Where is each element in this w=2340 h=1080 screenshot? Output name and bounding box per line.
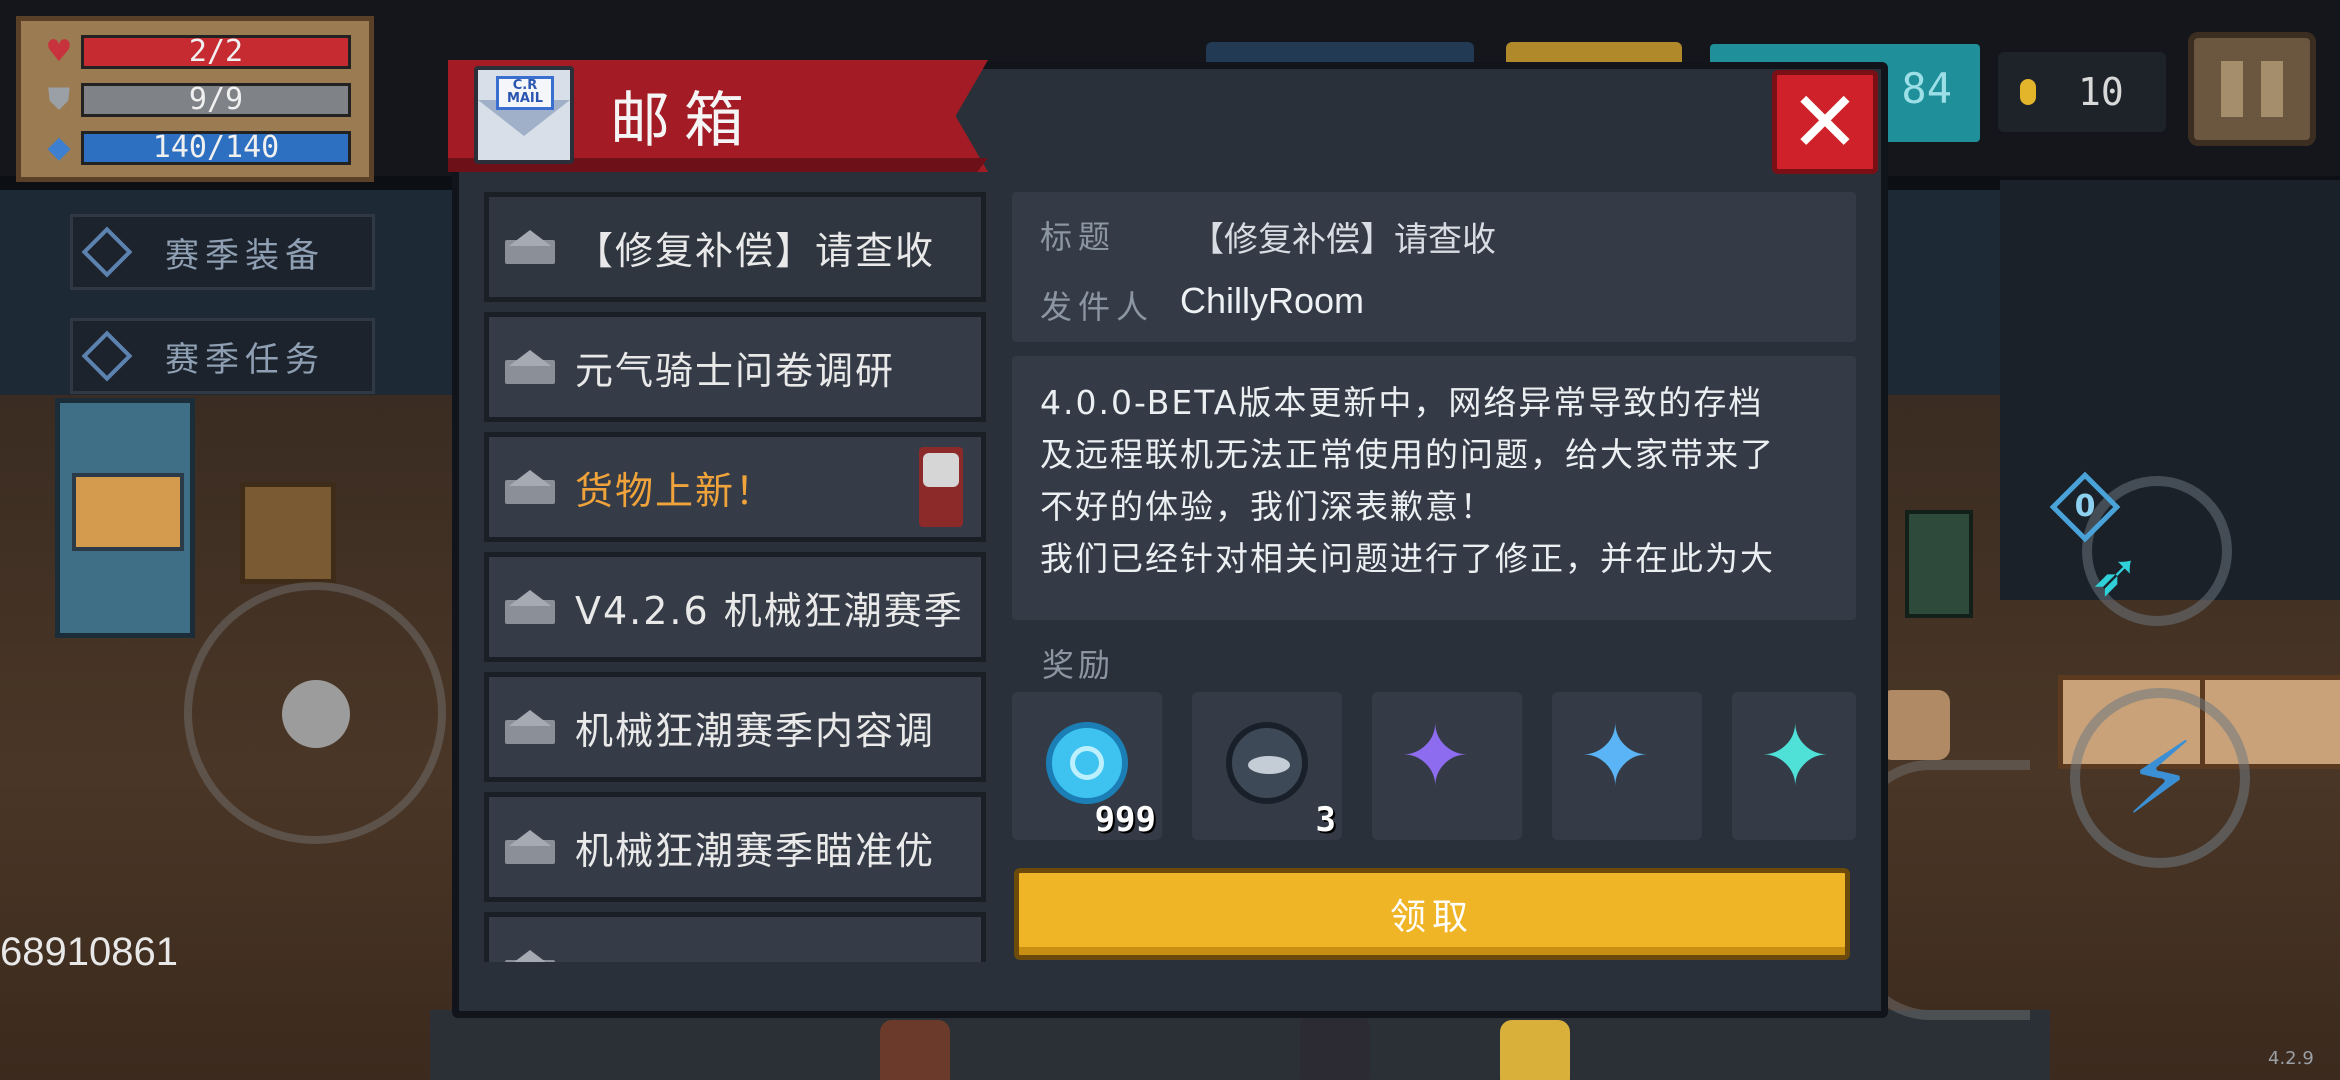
npc-character <box>1300 1015 1370 1080</box>
season-equipment-label: 赛季装备 <box>165 235 325 276</box>
mail-list-item[interactable] <box>484 912 986 962</box>
energy-diamond-icon: ◆ <box>47 129 71 165</box>
envelope-icon <box>505 470 555 504</box>
npc-character <box>1880 690 1950 760</box>
envelope-icon <box>505 590 555 624</box>
title-label: 标题 <box>1040 218 1117 256</box>
diamond-icon <box>81 330 133 382</box>
envelope-icon <box>505 830 555 864</box>
envelope-icon <box>505 350 555 384</box>
season-equipment-button[interactable]: 赛季装备 <box>70 214 375 290</box>
mail-subject: 元气骑士问卷调研 <box>575 348 896 393</box>
envelope-icon <box>505 710 555 744</box>
reward-slot[interactable]: 3 <box>1192 692 1342 840</box>
player-id: 68910861 <box>0 930 178 974</box>
shield-icon: ⛊ <box>47 81 71 117</box>
claim-button[interactable]: 领取 <box>1014 868 1850 960</box>
energy-bar: 140/140 <box>81 131 351 165</box>
mail-icon-tag: C.R MAIL <box>496 76 554 110</box>
weapon-level-text: 0 <box>2074 489 2096 524</box>
mail-list[interactable]: 【修复补偿】请查收 元气骑士问卷调研 货物上新！ V4.2.6 机械狂潮赛季 机… <box>478 186 990 962</box>
mail-list-item[interactable]: 货物上新！ <box>484 432 986 542</box>
fish-coin-icon <box>1226 722 1308 804</box>
blue-crystal-icon: ✦ <box>1580 707 1651 805</box>
blue-gem-orb-icon <box>1046 722 1128 804</box>
heart-icon: ♥ <box>45 33 73 69</box>
cyan-crystal-icon: ✦ <box>1760 707 1831 805</box>
envelope-icon <box>505 950 555 962</box>
sender-value: ChillyRoom <box>1180 280 1365 321</box>
joystick-knob[interactable] <box>282 680 350 748</box>
pause-button[interactable] <box>2188 32 2316 146</box>
purple-crystal-icon: ✦ <box>1400 707 1471 805</box>
mail-list-item[interactable]: 机械狂潮赛季内容调 <box>484 672 986 782</box>
season-quest-label: 赛季任务 <box>165 339 325 380</box>
reward-label: 奖励 <box>1042 646 1115 684</box>
skill-button[interactable]: ⚡ <box>2070 688 2250 868</box>
treasure-crate <box>240 482 336 584</box>
mail-title: 邮箱 <box>610 86 758 156</box>
vending-machine <box>55 398 195 638</box>
merchant-avatar-icon <box>919 447 963 527</box>
armor-bar: 9/9 <box>81 83 351 117</box>
diamond-icon <box>81 226 133 278</box>
armor-row: ⛊ <box>41 81 77 117</box>
player-stats-panel: ♥ 2/2 ⛊ 9/9 ◆ 140/140 <box>16 16 374 182</box>
bow-weapon-icon[interactable]: ➶ <box>2090 540 2140 610</box>
coin-count: 10 <box>2078 70 2124 114</box>
reward-quantity: 999 <box>1094 800 1156 840</box>
npc-character <box>1500 1020 1570 1080</box>
version-label: 4.2.9 <box>2268 1048 2314 1069</box>
lobby-counter <box>430 1010 2050 1080</box>
mail-list-item[interactable]: V4.2.6 机械狂潮赛季 <box>484 552 986 662</box>
mail-list-item[interactable]: 机械狂潮赛季瞄准优 <box>484 792 986 902</box>
mail-body-line: 及远程联机无法正常使用的问题，给大家带来了 <box>1040 435 1775 474</box>
mail-body-line: 我们已经针对相关问题进行了修正，并在此为大 <box>1040 539 1775 578</box>
claim-label: 领取 <box>1389 897 1474 938</box>
mail-list-item[interactable]: 【修复补偿】请查收 <box>484 192 986 302</box>
season-quest-button[interactable]: 赛季任务 <box>70 318 375 394</box>
reward-slot[interactable]: ✦ <box>1732 692 1856 840</box>
pause-icon <box>2221 61 2243 117</box>
coin-icon <box>2020 79 2036 105</box>
reward-quantity: 3 <box>1315 800 1336 840</box>
mail-body-line: 4.0.0-BETA版本更新中，网络异常导致的存档 <box>1040 383 1764 422</box>
mail-body[interactable]: 4.0.0-BETA版本更新中，网络异常导致的存档 及远程联机无法正常使用的问题… <box>1012 356 1856 620</box>
mail-envelope-icon: C.R MAIL <box>474 66 574 164</box>
npc-character <box>880 1020 950 1080</box>
gem-count: 84 <box>1901 64 1952 113</box>
mail-subject: 货物上新！ <box>575 468 776 513</box>
hp-bar: 2/2 <box>81 35 351 69</box>
hp-row: ♥ <box>41 33 77 69</box>
armor-text: 9/9 <box>188 82 244 117</box>
mail-body-line: 不好的体验，我们深表歉意！ <box>1040 487 1495 526</box>
close-button[interactable]: ✕ <box>1772 70 1878 174</box>
envelope-icon <box>505 230 555 264</box>
reward-slot[interactable]: 999 <box>1012 692 1162 840</box>
mail-subject: 【修复补偿】请查收 <box>575 228 936 273</box>
hp-text: 2/2 <box>188 34 244 69</box>
mail-list-item[interactable]: 元气骑士问卷调研 <box>484 312 986 422</box>
pause-icon <box>2261 61 2283 117</box>
virtual-joystick[interactable] <box>184 582 446 844</box>
mail-subject: V4.2.6 机械狂潮赛季 <box>575 588 964 633</box>
coin-counter: 10 <box>1998 52 2166 132</box>
mail-title-value: 【修复补偿】请查收 <box>1190 220 1496 260</box>
reward-slot[interactable]: ✦ <box>1372 692 1522 840</box>
reward-slot[interactable]: ✦ <box>1552 692 1702 840</box>
energy-row: ◆ <box>41 129 77 165</box>
wall-panel <box>1905 510 1973 618</box>
mail-subject: 机械狂潮赛季瞄准优 <box>575 828 936 873</box>
mail-subject: 机械狂潮赛季内容调 <box>575 708 936 753</box>
close-icon: ✕ <box>1789 73 1861 171</box>
lightning-icon: ⚡ <box>2124 719 2196 837</box>
energy-text: 140/140 <box>152 130 280 165</box>
sender-label: 发件人 <box>1040 288 1155 326</box>
